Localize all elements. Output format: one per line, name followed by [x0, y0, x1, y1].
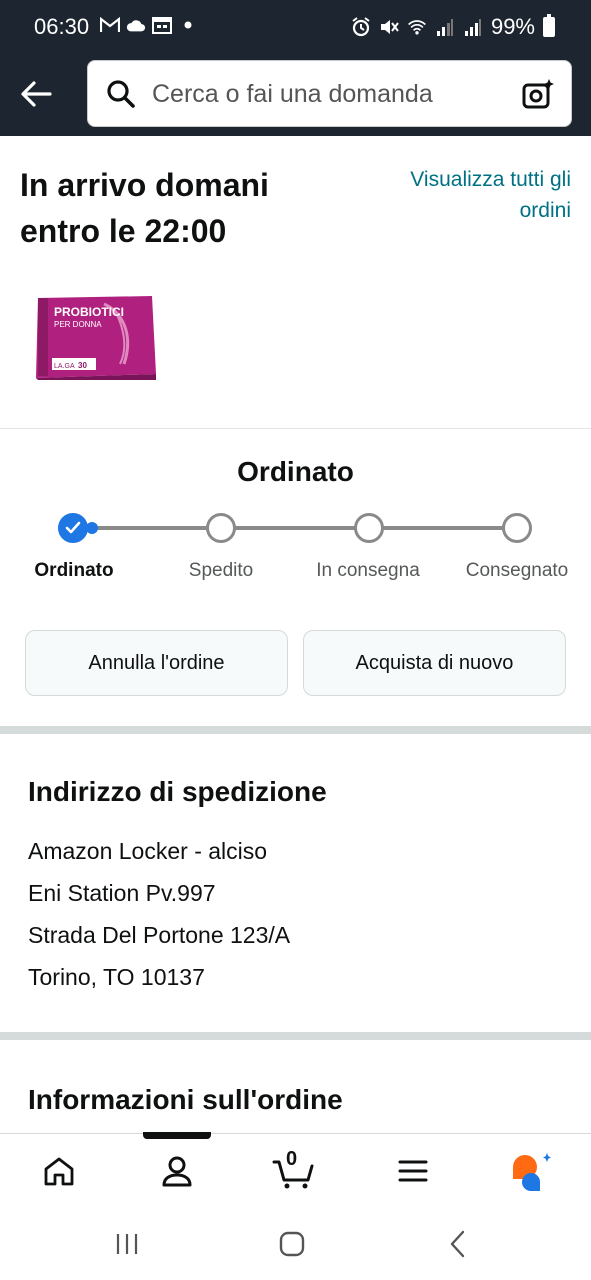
order-info-title: Informazioni sull'ordine — [28, 1084, 343, 1115]
system-navigation-bar — [0, 1207, 591, 1280]
search-box[interactable] — [87, 60, 572, 127]
active-tab-indicator — [143, 1132, 211, 1139]
shipping-address-title: Indirizzo di spedizione — [28, 776, 327, 807]
product-tag-text: LA.GA — [54, 363, 75, 370]
step-label-ordered: Ordinato — [34, 560, 114, 581]
system-icons: 99% — [351, 14, 555, 40]
product-image[interactable]: PROBIOTICI PER DONNA LA.GA 30 — [34, 294, 156, 380]
search-icon — [106, 79, 136, 114]
step-label-delivered: Consegnato — [465, 560, 569, 581]
progress-fill — [86, 522, 98, 534]
delivery-title: In arrivo domani entro le 22:00 — [20, 167, 269, 249]
back-system-button[interactable] — [438, 1227, 478, 1261]
step-dot-shipped — [206, 513, 236, 543]
view-all-orders-link[interactable]: Visualizza tutti gli ordini — [381, 164, 571, 226]
step-label-out-for-delivery: In consegna — [316, 560, 420, 581]
nav-home[interactable] — [29, 1146, 89, 1196]
gmail-icon — [100, 14, 120, 36]
check-icon — [65, 521, 81, 534]
chevron-left-icon — [450, 1230, 465, 1258]
home-system-button[interactable] — [272, 1227, 312, 1261]
status-bar: 06:30 99% — [0, 0, 591, 56]
delivery-section: In arrivo domani entro le 22:00 Visualiz… — [0, 136, 591, 429]
step-dot-out-for-delivery — [354, 513, 384, 543]
assistant-icon — [513, 1153, 551, 1191]
dot-icon — [178, 14, 198, 36]
address-line: Torino, TO 10137 — [28, 964, 205, 990]
wifi-icon — [407, 16, 427, 38]
section-divider — [0, 726, 591, 734]
battery-percent: 99% — [490, 14, 535, 39]
shipping-address-section: Indirizzo di spedizione Amazon Locker - … — [0, 734, 591, 1032]
step-dot-delivered — [502, 513, 532, 543]
product-count-text: 30 — [78, 361, 87, 370]
recent-apps-button[interactable] — [107, 1227, 147, 1261]
signal-icon-1 — [435, 16, 455, 38]
mute-icon — [379, 16, 399, 38]
progress-track — [74, 526, 517, 530]
recent-apps-icon — [116, 1234, 138, 1254]
product-sub-text: PER DONNA — [54, 320, 102, 329]
nav-account[interactable] — [147, 1146, 207, 1196]
address-line: Strada Del Portone 123/A — [28, 922, 291, 948]
nav-cart[interactable]: 0 — [264, 1146, 324, 1196]
home-circle-icon — [279, 1231, 305, 1257]
address-line: Eni Station Pv.997 — [28, 880, 216, 906]
alarm-icon — [351, 16, 371, 38]
step-dot-ordered — [58, 513, 88, 543]
cancel-order-button[interactable]: Annulla l'ordine — [25, 630, 288, 696]
address-line: Amazon Locker - alciso — [28, 838, 268, 864]
cloud-icon — [126, 14, 146, 36]
battery-icon — [543, 14, 555, 37]
order-info-section: Informazioni sull'ordine — [0, 1040, 591, 1134]
app-header — [0, 56, 591, 136]
back-button[interactable] — [14, 72, 58, 116]
product-brand-text: PROBIOTICI — [54, 305, 124, 319]
menu-icon — [398, 1160, 428, 1182]
status-time: 06:30 — [34, 14, 90, 39]
bottom-nav: 0 — [0, 1132, 591, 1207]
home-icon — [44, 1157, 74, 1186]
camera-search-icon[interactable] — [519, 75, 557, 113]
account-icon — [162, 1156, 192, 1187]
step-label-shipped: Spedito — [188, 560, 254, 581]
order-status-title: Ordinato — [237, 456, 354, 487]
cart-count: 0 — [286, 1148, 298, 1170]
nav-rufus-assistant[interactable] — [501, 1146, 561, 1196]
calendar-icon — [152, 14, 172, 36]
section-divider — [0, 1032, 591, 1040]
search-input[interactable] — [152, 75, 502, 113]
notification-icons — [100, 14, 198, 36]
back-arrow-icon — [21, 81, 52, 107]
buy-again-button[interactable]: Acquista di nuovo — [303, 630, 566, 696]
order-progress: Ordinato Ordinato Spedito In consegna Co… — [0, 430, 591, 726]
signal-icon-2 — [463, 16, 483, 38]
nav-menu[interactable] — [383, 1146, 443, 1196]
